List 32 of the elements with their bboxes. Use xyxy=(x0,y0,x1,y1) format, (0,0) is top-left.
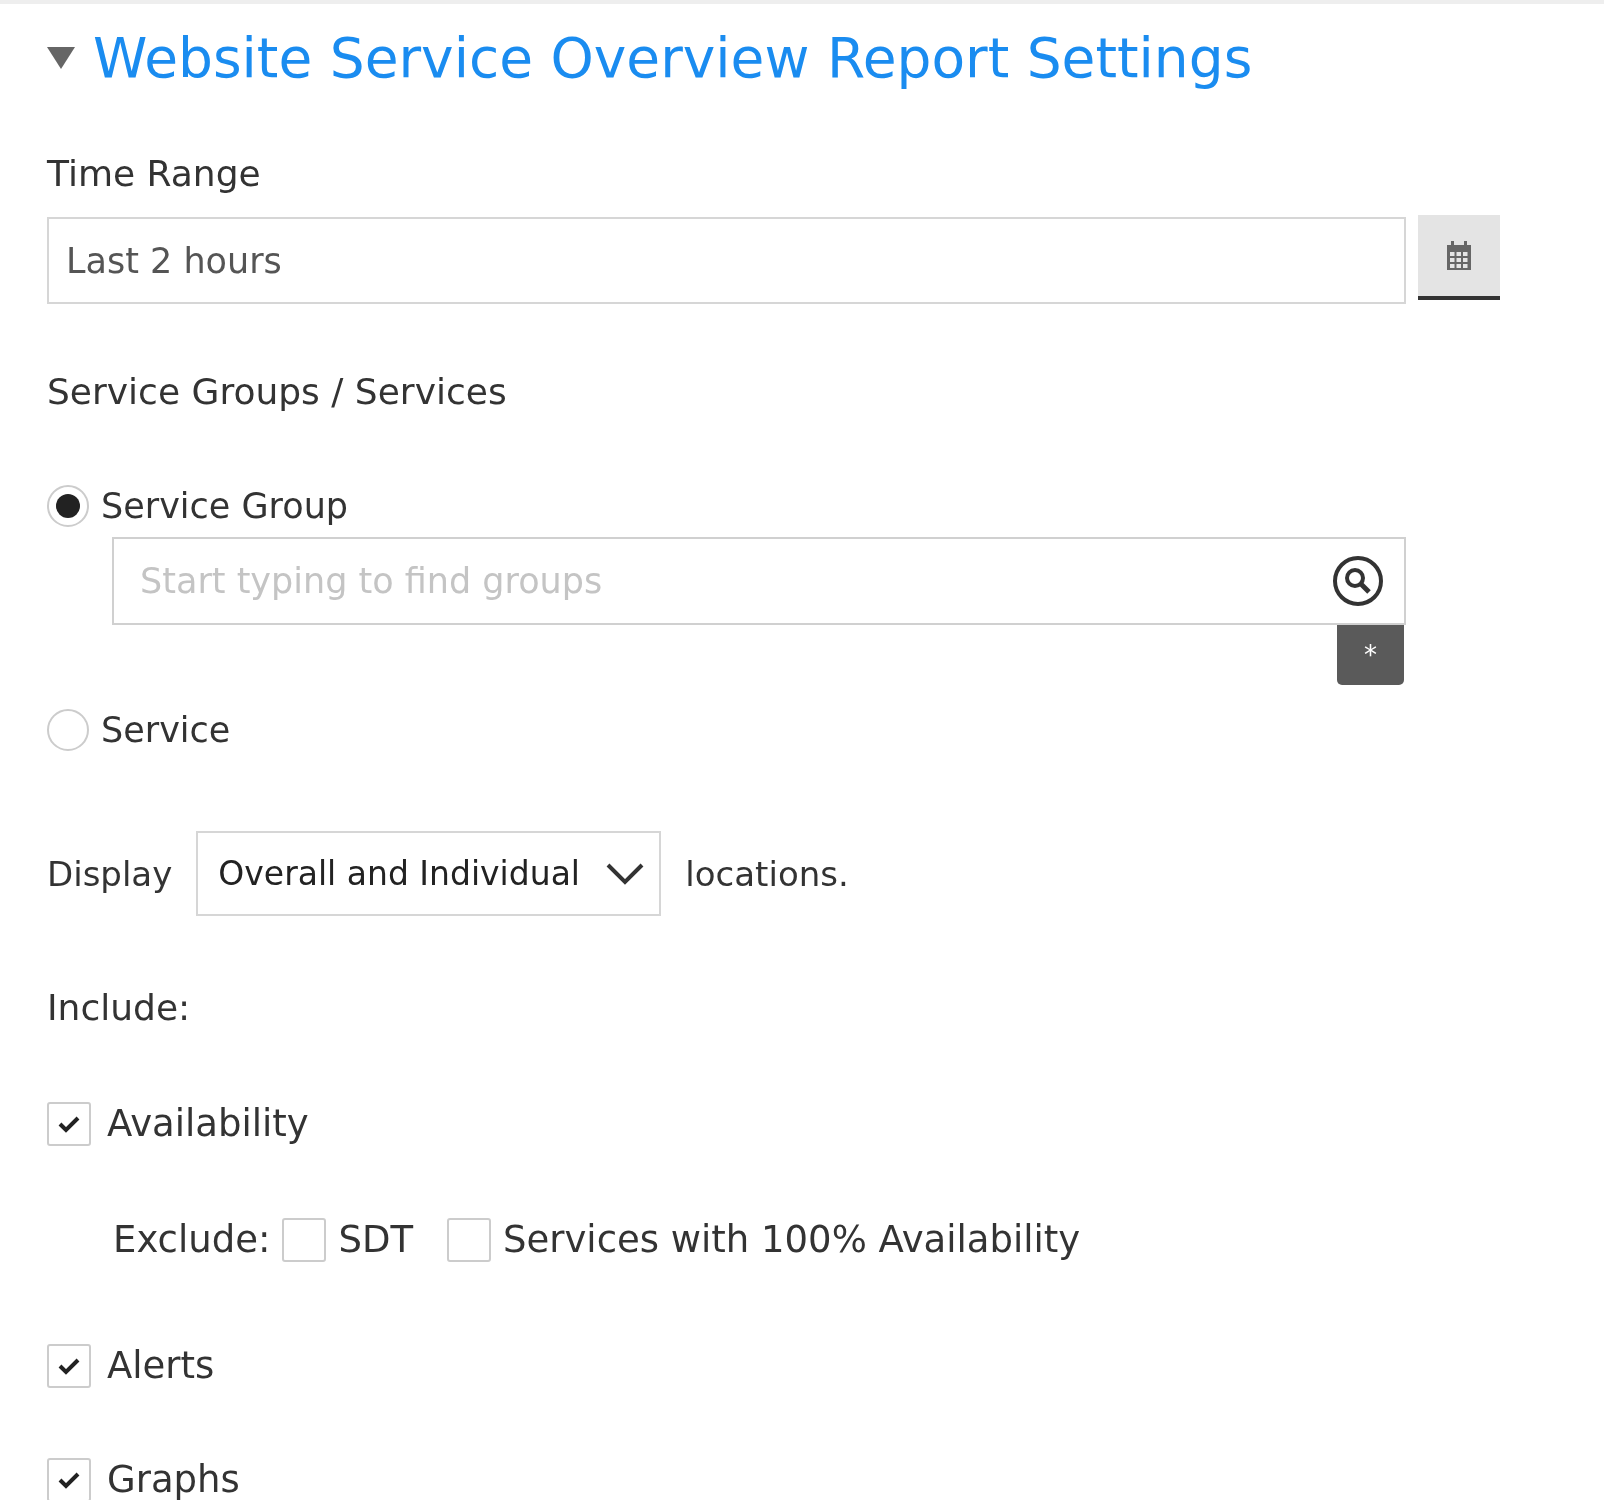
radio-label: Service Group xyxy=(101,486,349,527)
checkbox-label: Availability xyxy=(107,1102,309,1146)
chevron-down-icon xyxy=(605,861,646,886)
checkbox-label: Graphs xyxy=(107,1458,240,1500)
checkbox[interactable] xyxy=(47,1101,91,1146)
search-icon xyxy=(1332,555,1384,608)
include-label: Include: xyxy=(47,986,192,1030)
display-select[interactable]: Overall and Individual xyxy=(196,831,662,917)
collapse-triangle-icon[interactable] xyxy=(47,47,75,69)
radio-button[interactable] xyxy=(47,709,89,752)
checkbox[interactable] xyxy=(47,1457,91,1500)
checkmark-icon xyxy=(58,1356,80,1375)
section-label: Service Groups / Services xyxy=(47,370,508,414)
field-label: Time Range xyxy=(47,152,262,196)
radio-button[interactable] xyxy=(47,485,89,528)
checkbox[interactable] xyxy=(282,1217,327,1262)
display-label: Display xyxy=(47,853,173,894)
exclude-label: Exclude: xyxy=(113,1218,271,1262)
calendar-icon xyxy=(1446,240,1472,271)
checkbox-label: Services with 100% Availability xyxy=(503,1218,1081,1262)
section-title: Website Service Overview Report Settings xyxy=(93,26,1253,90)
radio-label: Service xyxy=(101,710,231,751)
display-suffix: locations. xyxy=(685,853,849,894)
checkmark-icon xyxy=(58,1470,80,1489)
checkbox-label: SDT xyxy=(338,1218,413,1262)
checkmark-icon xyxy=(58,1114,80,1133)
calendar-button[interactable] xyxy=(1418,215,1500,301)
wildcard-button[interactable]: * xyxy=(1337,625,1404,686)
checkbox[interactable] xyxy=(447,1217,491,1262)
checkbox[interactable] xyxy=(47,1343,91,1388)
checkbox-label: Alerts xyxy=(107,1344,215,1388)
time-range-field[interactable]: Last 2 hours xyxy=(47,217,1406,305)
